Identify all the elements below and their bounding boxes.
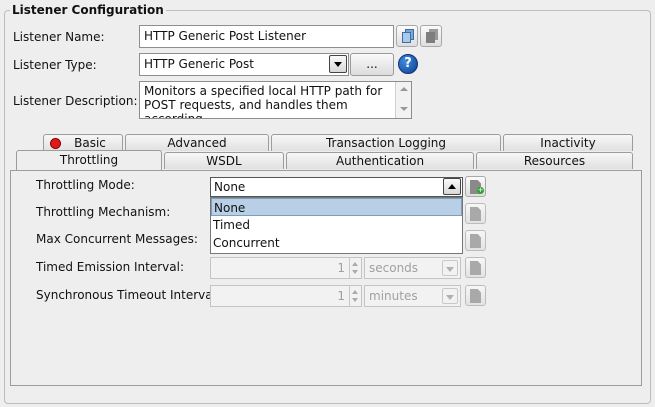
chevron-down-icon — [334, 62, 342, 67]
chevron-down-icon[interactable] — [442, 288, 458, 304]
sync-timeout-document-button[interactable] — [465, 285, 486, 306]
tab-wsdl[interactable]: WSDL — [164, 152, 284, 169]
throttling-mechanism-label: Throttling Mechanism: — [36, 205, 171, 219]
listener-description-label: Listener Description: — [13, 94, 138, 108]
tab-resources[interactable]: Resources — [476, 152, 633, 169]
browse-button[interactable]: ... — [350, 53, 394, 76]
dropdown-option-concurrent[interactable]: Concurrent — [211, 234, 462, 252]
throttling-mode-select[interactable]: None — [210, 177, 463, 197]
document-icon — [470, 261, 481, 275]
group-title: Listener Configuration — [10, 3, 166, 17]
error-icon — [50, 138, 61, 149]
scroll-down-icon[interactable] — [400, 107, 408, 111]
description-text: Monitors a specified local HTTP path for… — [144, 84, 383, 119]
tab-inactivity[interactable]: Inactivity — [503, 134, 633, 151]
dropdown-option-timed[interactable]: Timed — [211, 216, 462, 234]
listener-name-input[interactable]: HTTP Generic Post Listener — [139, 25, 394, 48]
paste-icon — [426, 29, 438, 44]
add-document-button[interactable]: + — [465, 176, 486, 197]
max-concurrent-document-button[interactable] — [465, 230, 486, 251]
spinner-arrows-icon[interactable] — [349, 286, 361, 306]
timed-emission-interval-label: Timed Emission Interval: — [36, 260, 185, 274]
chevron-down-icon[interactable] — [442, 260, 458, 276]
listener-description-textarea[interactable]: Monitors a specified local HTTP path for… — [139, 81, 412, 119]
chevron-up-icon — [448, 184, 456, 189]
listener-type-select[interactable]: HTTP Generic Post — [139, 53, 349, 76]
help-icon[interactable]: ? — [398, 54, 418, 74]
timed-emission-document-button[interactable] — [465, 257, 486, 278]
tab-advanced[interactable]: Advanced — [125, 134, 269, 151]
timed-emission-unit: seconds — [369, 261, 419, 275]
throttling-mode-dropdown-button[interactable] — [443, 178, 461, 195]
tab-basic[interactable]: Basic — [43, 134, 123, 151]
listener-type-label: Listener Type: — [13, 58, 97, 72]
paste-button[interactable] — [420, 25, 442, 47]
listener-name-label: Listener Name: — [13, 30, 105, 44]
timed-emission-unit-select[interactable]: seconds — [364, 257, 461, 279]
copy-button[interactable] — [396, 25, 418, 47]
sync-timeout-unit: minutes — [369, 289, 418, 303]
mechanism-document-button[interactable] — [465, 203, 486, 224]
dropdown-option-none[interactable]: None — [211, 198, 462, 216]
throttling-mode-dropdown-list: None Timed Concurrent — [210, 197, 463, 254]
synchronous-timeout-interval-label: Synchronous Timeout Interval: — [36, 288, 220, 302]
tab-label: Basic — [74, 136, 106, 150]
scroll-up-icon[interactable] — [400, 87, 408, 91]
timed-emission-spinner[interactable]: 1 — [210, 257, 362, 279]
sync-timeout-spinner[interactable]: 1 — [210, 285, 362, 307]
tab-throttling[interactable]: Throttling — [16, 150, 162, 170]
max-concurrent-messages-label: Max Concurrent Messages: — [36, 232, 198, 246]
sync-timeout-unit-select[interactable]: minutes — [364, 285, 461, 307]
tab-authentication[interactable]: Authentication — [286, 152, 474, 169]
plus-icon: + — [477, 186, 484, 194]
spinner-arrows-icon[interactable] — [349, 258, 361, 278]
copy-icon — [402, 29, 414, 44]
document-icon — [470, 207, 481, 221]
timed-emission-value: 1 — [337, 261, 345, 275]
document-icon — [470, 234, 481, 248]
document-icon — [470, 289, 481, 303]
tab-transaction-logging[interactable]: Transaction Logging — [271, 134, 501, 151]
sync-timeout-value: 1 — [337, 289, 345, 303]
throttling-mode-label: Throttling Mode: — [36, 178, 135, 192]
description-scrollbar[interactable] — [395, 82, 411, 118]
listener-type-dropdown-button[interactable] — [329, 55, 347, 73]
